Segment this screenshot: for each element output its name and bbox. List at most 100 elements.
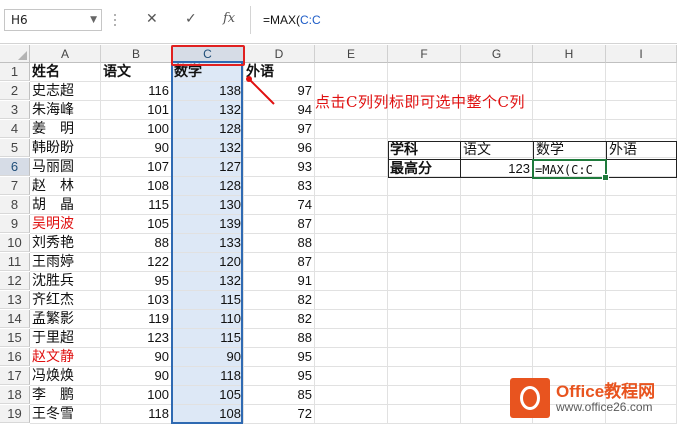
row-header[interactable]: 1 (0, 63, 30, 81)
column-header-e[interactable]: E (315, 45, 388, 63)
table-cell[interactable]: 100 (101, 386, 172, 404)
table-cell[interactable]: 91 (244, 272, 315, 290)
table-cell[interactable]: 101 (101, 101, 172, 119)
row-header[interactable]: 13 (0, 291, 30, 309)
table-cell[interactable]: 95 (244, 367, 315, 385)
table-cell[interactable]: 103 (101, 291, 172, 309)
table-cell[interactable]: 118 (101, 405, 172, 423)
table-cell[interactable]: 88 (244, 329, 315, 347)
table-cell[interactable]: 韩盼盼 (30, 139, 101, 157)
table-cell[interactable]: 王雨婷 (30, 253, 101, 271)
table-cell[interactable]: 90 (101, 139, 172, 157)
formula-input[interactable]: =MAX(C:C (250, 6, 677, 34)
table-cell[interactable]: 朱海峰 (30, 101, 101, 119)
table-cell[interactable]: 123 (101, 329, 172, 347)
row-header[interactable]: 19 (0, 405, 30, 423)
table-cell[interactable]: 赵 林 (30, 177, 101, 195)
table-cell[interactable]: 110 (172, 310, 244, 328)
row-header[interactable]: 6 (0, 158, 30, 176)
table-cell[interactable]: 97 (244, 120, 315, 138)
row-header[interactable]: 17 (0, 367, 30, 385)
table-cell[interactable]: 115 (101, 196, 172, 214)
row-header[interactable]: 10 (0, 234, 30, 252)
table-cell[interactable]: 82 (244, 310, 315, 328)
table-cell[interactable]: 马丽圆 (30, 158, 101, 176)
table-cell[interactable]: 116 (101, 82, 172, 100)
table-cell[interactable]: 沈胜兵 (30, 272, 101, 290)
column-header-b[interactable]: B (101, 45, 172, 63)
row-header[interactable]: 12 (0, 272, 30, 290)
table-cell[interactable]: 132 (172, 101, 244, 119)
table-cell[interactable]: 刘秀艳 (30, 234, 101, 252)
row-header[interactable]: 7 (0, 177, 30, 195)
row-header[interactable]: 15 (0, 329, 30, 347)
table-cell[interactable]: 李 鹏 (30, 386, 101, 404)
table-cell[interactable]: 115 (172, 291, 244, 309)
row-header[interactable]: 8 (0, 196, 30, 214)
table-cell[interactable]: 王冬雪 (30, 405, 101, 423)
summary-header-label[interactable]: 学科 (388, 141, 460, 159)
table-cell[interactable]: 74 (244, 196, 315, 214)
table-cell[interactable]: 108 (101, 177, 172, 195)
column-header-h[interactable]: H (533, 45, 606, 63)
table-cell[interactable]: 88 (244, 234, 315, 252)
drag-handle-icon[interactable] (113, 12, 117, 30)
table-cell[interactable]: 108 (172, 405, 244, 423)
table-cell[interactable]: 史志超 (30, 82, 101, 100)
table-cell[interactable]: 90 (172, 348, 244, 366)
table-cell[interactable]: 119 (101, 310, 172, 328)
column-header-d[interactable]: D (244, 45, 315, 63)
table-cell[interactable]: 姜 明 (30, 120, 101, 138)
insert-function-icon[interactable]: fx (223, 11, 235, 26)
row-header[interactable]: 14 (0, 310, 30, 328)
table-cell[interactable]: 100 (101, 120, 172, 138)
table-cell[interactable]: 85 (244, 386, 315, 404)
row-header[interactable]: 4 (0, 120, 30, 138)
table-cell[interactable]: 90 (101, 348, 172, 366)
table-cell[interactable]: 82 (244, 291, 315, 309)
summary-subject-english[interactable]: 外语 (607, 141, 677, 159)
row-header[interactable]: 5 (0, 139, 30, 157)
table-cell[interactable]: 132 (172, 272, 244, 290)
row-header[interactable]: 18 (0, 386, 30, 404)
row-header[interactable]: 16 (0, 348, 30, 366)
summary-chinese-max[interactable]: 123 (461, 160, 533, 178)
chevron-down-icon[interactable]: ▼ (90, 15, 97, 25)
table-cell[interactable]: 83 (244, 177, 315, 195)
column-header-i[interactable]: I (606, 45, 677, 63)
table-cell[interactable]: 122 (101, 253, 172, 271)
table-cell[interactable]: 72 (244, 405, 315, 423)
table-cell[interactable]: 139 (172, 215, 244, 233)
table-cell[interactable]: 87 (244, 215, 315, 233)
header-cell[interactable]: 语文 (101, 63, 172, 81)
table-cell[interactable]: 105 (172, 386, 244, 404)
row-header[interactable]: 3 (0, 101, 30, 119)
name-box[interactable]: H6 ▼ (4, 9, 102, 31)
table-cell[interactable]: 93 (244, 158, 315, 176)
row-header[interactable]: 11 (0, 253, 30, 271)
table-cell[interactable]: 87 (244, 253, 315, 271)
table-cell[interactable]: 130 (172, 196, 244, 214)
table-cell[interactable]: 齐红杰 (30, 291, 101, 309)
table-cell[interactable]: 96 (244, 139, 315, 157)
fill-handle[interactable] (602, 174, 609, 181)
table-cell[interactable]: 107 (101, 158, 172, 176)
column-header-f[interactable]: F (388, 45, 461, 63)
column-header-a[interactable]: A (30, 45, 101, 63)
table-cell[interactable]: 88 (101, 234, 172, 252)
select-all-button[interactable] (0, 45, 30, 63)
column-header-g[interactable]: G (461, 45, 533, 63)
summary-subject-chinese[interactable]: 语文 (461, 141, 533, 159)
active-cell-h6[interactable]: =MAX(C:C (532, 159, 609, 181)
table-cell[interactable]: 132 (172, 139, 244, 157)
enter-icon[interactable]: ✓ (185, 11, 197, 27)
summary-subject-math[interactable]: 数学 (534, 141, 606, 159)
table-cell[interactable]: 95 (101, 272, 172, 290)
table-cell[interactable]: 105 (101, 215, 172, 233)
row-header[interactable]: 9 (0, 215, 30, 233)
table-cell[interactable]: 孟繁影 (30, 310, 101, 328)
table-cell[interactable]: 冯焕焕 (30, 367, 101, 385)
table-cell[interactable]: 133 (172, 234, 244, 252)
table-cell[interactable]: 128 (172, 177, 244, 195)
table-cell[interactable]: 127 (172, 158, 244, 176)
